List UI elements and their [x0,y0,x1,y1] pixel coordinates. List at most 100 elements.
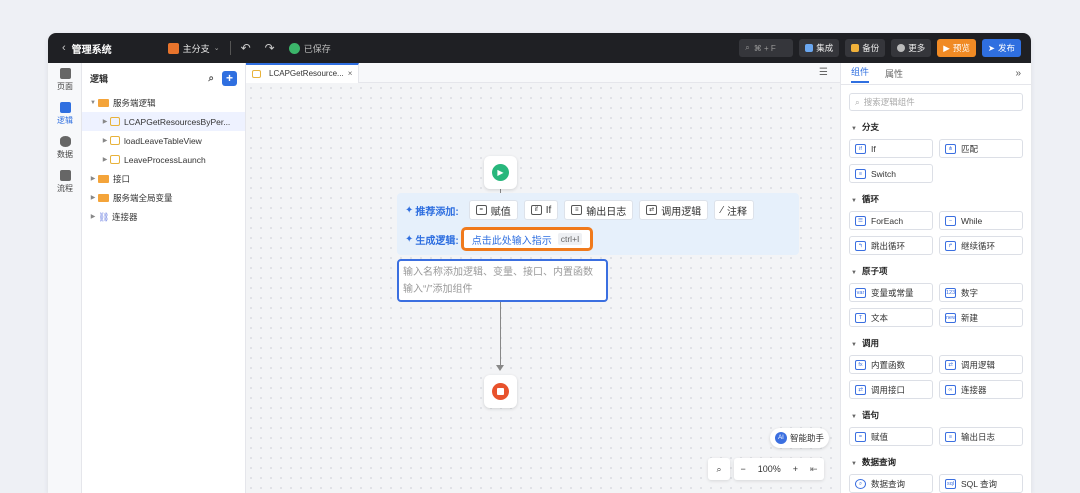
component-grid: if If ⋔ 匹配 ≡ Switch [841,133,1031,183]
comp-log[interactable]: ≡ 输出日志 [939,427,1023,446]
comp-new[interactable]: new 新建 [939,308,1023,327]
ai-icon: AI [775,432,787,444]
ai-assistant-button[interactable]: AI 智能助手 [770,428,830,448]
caret-right-icon: ▶ [102,157,108,163]
comp-sql-query[interactable]: sql SQL 查询 [939,474,1023,493]
node-name-input[interactable]: 输入名称添加逻辑、变量、接口、内置函数 输入“/”添加组件 [397,259,608,302]
tab-components[interactable]: 组件 [851,65,870,83]
logic-icon [110,136,120,145]
call-api-icon: ⇄ [855,384,866,395]
zoom-in-button[interactable]: + [793,464,798,474]
section-loop[interactable]: ▼ 循环 [841,193,1031,205]
comp-number[interactable]: 123 数字 [939,283,1023,302]
section-data-query[interactable]: ▼ 数据查询 [841,456,1031,468]
tree-node-logic-1[interactable]: ▶ LCAPGetResourcesByPer... [82,112,245,131]
comp-switch[interactable]: ≡ Switch [849,164,933,183]
comp-text[interactable]: T 文本 [849,308,933,327]
query-icon: ⌕ [855,478,866,489]
search-icon[interactable]: ⌕ [208,73,214,84]
comp-continue[interactable]: ↱ 继续循环 [939,236,1023,255]
comp-if[interactable]: if If [849,139,933,158]
comp-match[interactable]: ⋔ 匹配 [939,139,1023,158]
tree-node-logic-2[interactable]: ▶ loadLeaveTableView [82,131,245,150]
comment-icon: ⁄ [721,204,723,216]
node-input-placeholder: 输入“/”添加组件 [403,284,473,295]
section-call[interactable]: ▼ 调用 [841,337,1031,349]
collapse-icon[interactable]: ⇤ [810,464,818,475]
search-icon[interactable]: ⌕ [708,458,730,480]
comp-variable[interactable]: var 变量或常量 [849,283,933,302]
comp-builtin-fn[interactable]: fx 内置函数 [849,355,933,374]
comp-call-logic[interactable]: ⇄ 调用逻辑 [939,355,1023,374]
section-atoms[interactable]: ▼ 原子项 [841,265,1031,277]
comp-label: ForEach [871,215,904,226]
call-logic-icon: ⇄ [646,205,658,215]
generate-label: 生成逻辑: [415,235,459,247]
rail-item-label: 逻辑 [57,116,73,125]
comp-call-api[interactable]: ⇄ 调用接口 [849,380,933,399]
logic-icon [110,155,120,164]
page-icon [59,68,71,79]
chevron-down-icon: ⌄ [213,45,220,52]
tree-node-logic-3[interactable]: ▶ LeaveProcessLaunch [82,150,245,169]
zoom-out-button[interactable]: − [740,464,745,474]
rail-item-data[interactable]: 数据 [48,131,82,165]
comp-data-query[interactable]: ⌕ 数据查询 [849,474,933,493]
list-icon[interactable]: ☰ [819,67,828,78]
redo-icon[interactable]: ↷ [265,41,275,55]
backup-button[interactable]: 备份 [845,39,886,57]
preview-button[interactable]: ▶ 预览 [937,39,976,57]
back-icon[interactable]: ‹ [62,42,66,54]
log-icon: ≡ [571,205,583,215]
play-icon: ▶ [943,42,950,53]
chip-assign[interactable]: = 赋值 [468,200,518,220]
comp-break[interactable]: ↰ 跳出循环 [849,236,933,255]
tree-node-server-logic[interactable]: ▼ 服务端逻辑 [82,93,245,112]
more-button[interactable]: 更多 [891,39,932,57]
tree-node-label: 接口 [113,173,131,184]
chip-if[interactable]: if If [523,200,559,220]
add-button[interactable]: + [222,70,237,86]
comp-while[interactable]: − While [939,211,1023,230]
comp-connector[interactable]: ∞ 连接器 [939,380,1023,399]
logic-canvas[interactable]: ▶ ✦ 推荐添加: = 赋值 if If ≡ 输出日志 ⇄ 调用逻辑 ⁄ 注释 … [246,83,840,493]
tree-node-interface[interactable]: ▶ 接口 [82,169,245,188]
rail-item-page[interactable]: 页面 [48,63,82,97]
chevron-double-right-icon[interactable]: » [1015,68,1021,79]
rail-item-process[interactable]: 流程 [48,165,82,199]
close-icon[interactable]: × [348,69,353,78]
comp-foreach[interactable]: ☰ ForEach [849,211,933,230]
section-title: 原子项 [861,266,888,276]
branch-selector[interactable]: 主分支 ⌄ [167,42,220,55]
section-branch[interactable]: ▼ 分支 [841,121,1031,133]
tree-node-global-vars[interactable]: ▶ 服务端全局变量 [82,188,245,207]
rail-item-logic[interactable]: 逻辑 [48,97,82,131]
start-node[interactable]: ▶ [484,156,517,189]
tree-node-label: 服务端逻辑 [113,97,156,108]
divider [229,41,231,55]
publish-button[interactable]: ➤ 发布 [981,39,1021,57]
undo-icon[interactable]: ↶ [241,41,251,55]
comp-assign[interactable]: = 赋值 [849,427,933,446]
ai-instruction-input[interactable]: 点击此处输入指示 ctrl+I [460,227,594,251]
tab-properties[interactable]: 属性 [885,67,903,80]
search-button[interactable]: ⌕ ⌘ + F [739,39,794,57]
search-icon: ⌕ [855,96,860,107]
comp-label: 变量或常量 [871,287,914,298]
chip-comment[interactable]: ⁄ 注释 [714,200,754,220]
component-search-input[interactable]: ⌕ 搜索逻辑组件 [849,93,1023,111]
section-statement[interactable]: ▼ 语句 [841,409,1031,421]
chip-call-logic[interactable]: ⇄ 调用逻辑 [639,200,709,220]
chip-label: If [545,204,552,216]
chip-label: 注释 [726,206,747,218]
tree-node-label: loadLeaveTableView [124,135,202,146]
file-tab[interactable]: LCAPGetResource... × [246,62,360,83]
function-icon: fx [855,359,866,370]
end-node[interactable] [484,375,517,408]
save-status-label: 已保存 [303,43,331,54]
left-rail: 页面 逻辑 数据 流程 [48,63,82,493]
tree-node-connectors[interactable]: ▶ ⛓ 连接器 [82,207,245,226]
integrate-button[interactable]: 集成 [799,39,840,57]
chip-log[interactable]: ≡ 输出日志 [564,200,634,220]
component-grid: fx 内置函数 ⇄ 调用逻辑 ⇄ 调用接口 ∞ 连接器 [841,349,1031,399]
